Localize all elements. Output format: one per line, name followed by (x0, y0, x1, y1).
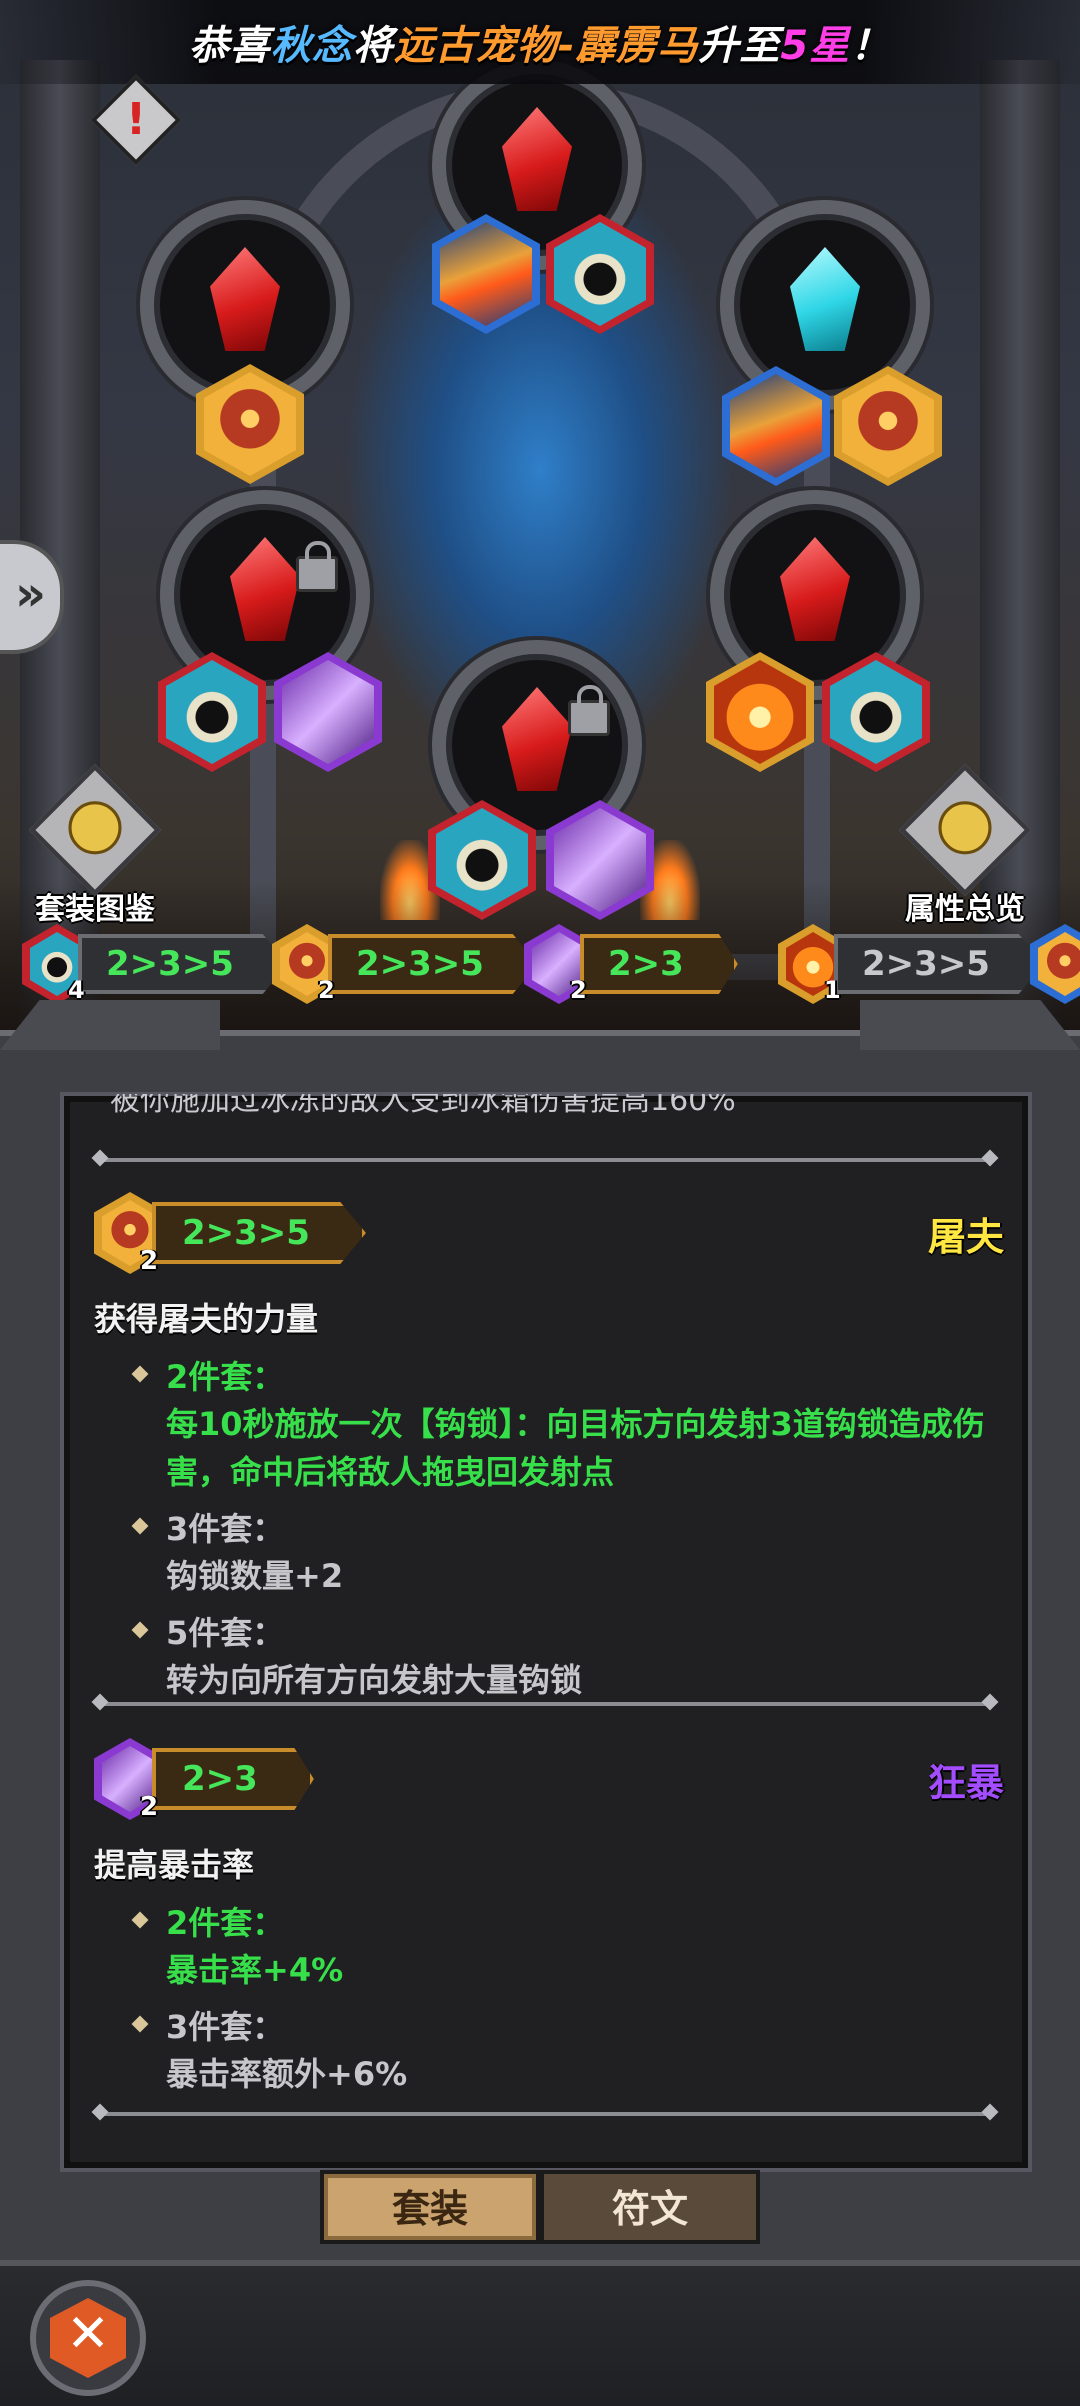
set-bonus-2: 2件套： 每10秒施放一次【钩锁】：向目标方向发射3道钩锁造成伤害，命中后将敌人… (94, 1354, 1004, 1496)
bonus-title: 3件套： (166, 2008, 285, 2046)
red-gem-icon (502, 687, 572, 791)
bonus-title: 5件套： (166, 1614, 285, 1652)
close-icon: ✕ (66, 2304, 110, 2364)
bottom-bar (0, 2260, 1080, 2406)
set-section-header: 2>3 2 (94, 1738, 1004, 1828)
set-bonus-5: 5件套： 转为向所有方向发射大量钩锁 (94, 1610, 1004, 1704)
lock-icon (296, 541, 338, 592)
bonus-title: 3件套： (166, 1510, 285, 1548)
banner-prefix: 恭喜 (188, 23, 271, 69)
chevron-right-icon: » (14, 566, 46, 622)
banner-stars: 5星 (780, 23, 851, 69)
tab-sets[interactable]: 套装 (320, 2170, 540, 2244)
tab-runes[interactable]: 符文 (540, 2170, 760, 2244)
attribute-overview-icon (898, 763, 1032, 897)
close-button[interactable]: ✕ (30, 2280, 146, 2396)
lock-icon (568, 685, 610, 736)
set-piece-count: 2 (140, 1246, 159, 1276)
set-book-icon (28, 763, 162, 897)
set-section-butcher: 2>3>5 2 屠夫 获得屠夫的力量 2件套： 每10秒施放一次【钩锁】：向目标… (94, 1192, 1004, 1714)
bonus-body: 转为向所有方向发射大量钩锁 (166, 1661, 583, 1699)
set-detail-list[interactable]: 2>3>5 2 屠夫 获得屠夫的力量 2件套： 每10秒施放一次【钩锁】：向目标… (64, 1096, 1028, 2168)
set-tier-progress: 2>3>5 (328, 934, 538, 994)
banner-mid: 将 (352, 23, 394, 69)
set-section-header: 2>3>5 2 (94, 1192, 1004, 1282)
bonus-body: 暴击率额外+6% (166, 2055, 408, 2093)
set-tier-progress: 2>3 (152, 1748, 314, 1810)
bonus-title: 2件套： (166, 1904, 285, 1942)
set-section-berserk: 2>3 2 狂暴 提高暴击率 2件套： 暴击率+4% 3件套： 暴击率额外+6% (94, 1738, 1004, 2108)
partial-set-icon (1030, 924, 1080, 1004)
banner-suffix: ！ (850, 23, 892, 69)
panel-tabs: 套装 符文 (320, 2170, 760, 2244)
announcement-banner: 恭喜 秋念 将 远古宠物-霹雳马 升至 5星 ！ (0, 0, 1080, 84)
set-bonus-3: 3件套： 暴击率额外+6% (94, 2004, 1004, 2098)
banner-pet: 远古宠物-霹雳马 (393, 23, 699, 69)
red-gem-icon (230, 537, 300, 641)
set-tier-progress: 2>3>5 (834, 934, 1044, 994)
set-piece-count: 1 (824, 976, 841, 1004)
bonus-title: 2件套： (166, 1358, 285, 1396)
set-description: 提高暴击率 (94, 1846, 255, 1884)
set-name: 屠夫 (927, 1215, 1004, 1259)
set-description: 获得屠夫的力量 (94, 1300, 319, 1338)
set-book-button[interactable]: 套装图鉴 (20, 763, 170, 928)
cyan-gem-icon (790, 247, 860, 351)
set-bonus-2: 2件套： 暴击率+4% (94, 1900, 1004, 1994)
divider (100, 1702, 990, 1706)
set-piece-count: 2 (140, 1792, 159, 1822)
bonus-body: 暴击率+4% (166, 1951, 344, 1989)
set-piece-count: 2 (570, 976, 587, 1004)
set-piece-count: 4 (68, 976, 85, 1004)
divider (100, 2112, 990, 2116)
set-tier-progress: 2>3>5 (152, 1202, 366, 1264)
divider (100, 1158, 990, 1162)
clipped-bonus-text: 被你施加过冰冻的敌人受到冰霜伤害提高160% (110, 1094, 736, 1118)
set-bonus-3: 3件套： 钩锁数量+2 (94, 1506, 1004, 1600)
red-gem-icon (502, 107, 572, 211)
set-piece-count: 2 (318, 976, 335, 1004)
bonus-body: 每10秒施放一次【钩锁】：向目标方向发射3道钩锁造成伤害，命中后将敌人拖曳回发射… (166, 1405, 985, 1491)
attribute-overview-button[interactable]: 属性总览 (890, 763, 1040, 928)
red-gem-icon (780, 537, 850, 641)
bonus-body: 钩锁数量+2 (166, 1557, 344, 1595)
set-tier-progress: 2>3 (580, 934, 738, 994)
red-gem-icon (210, 247, 280, 351)
banner-mid2: 升至 (698, 23, 781, 69)
set-name: 狂暴 (927, 1761, 1004, 1805)
banner-player: 秋念 (270, 23, 353, 69)
set-tier-progress: 2>3>5 (78, 934, 288, 994)
